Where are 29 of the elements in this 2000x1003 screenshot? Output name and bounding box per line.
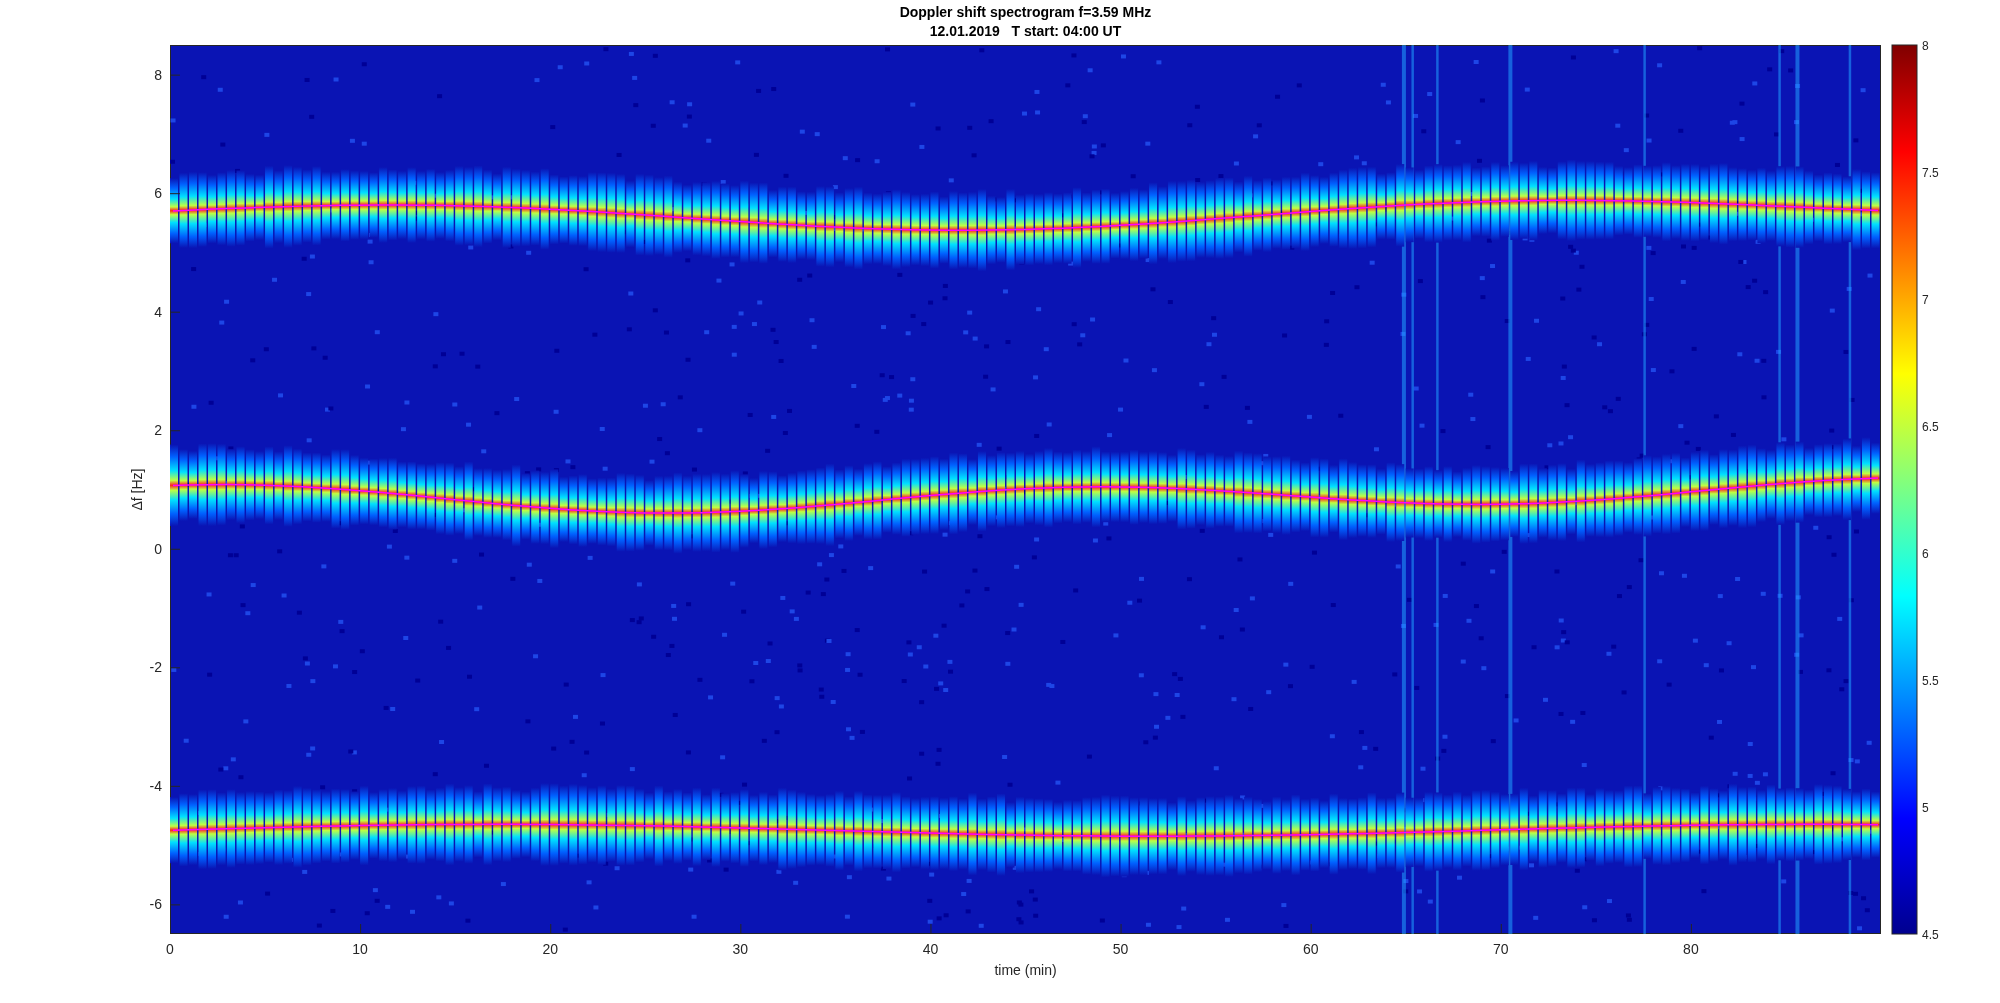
y-tick-label: 8	[154, 66, 162, 83]
x-tick-label: 0	[166, 941, 174, 957]
x-axis-label: time (min)	[994, 962, 1057, 978]
colorbar-tick-label: 7.5	[1922, 166, 1939, 180]
colorbar-tick-label: 8	[1922, 39, 1929, 53]
x-tick-label: 30	[732, 941, 749, 957]
x-tick-label: 60	[1302, 941, 1319, 957]
y-axis-label: Δf [Hz]	[129, 468, 145, 511]
x-tick-label: 70	[1493, 941, 1509, 957]
plot-subtitle: 12.01.2019 T start: 04:00 UT	[929, 23, 1122, 39]
y-tick-label: -4	[149, 777, 162, 794]
x-tick-label: 50	[1112, 941, 1129, 957]
y-tick-label: -2	[149, 659, 162, 676]
y-tick-label: 0	[154, 540, 162, 557]
colorbar-tick-label: 5	[1922, 801, 1929, 815]
x-tick-label: 20	[542, 941, 558, 957]
colorbar-tick-label: 6	[1922, 547, 1929, 561]
x-tick-label: 40	[922, 941, 939, 957]
x-tick-label: 80	[1683, 941, 1699, 957]
colorbar-tick-label: 5.5	[1922, 674, 1939, 688]
y-tick-label: -6	[149, 896, 162, 913]
plot-title: Doppler shift spectrogram f=3.59 MHz	[899, 4, 1152, 20]
colorbar-tick-label: 6.5	[1922, 420, 1939, 434]
y-tick-label: 2	[154, 422, 162, 439]
y-tick-label: 4	[154, 303, 162, 320]
colorbar-tick-label: 4.5	[1922, 928, 1939, 942]
colorbar-tick-label: 7	[1922, 293, 1929, 307]
x-tick-label: 10	[352, 941, 368, 957]
y-tick-label: 6	[154, 185, 162, 202]
